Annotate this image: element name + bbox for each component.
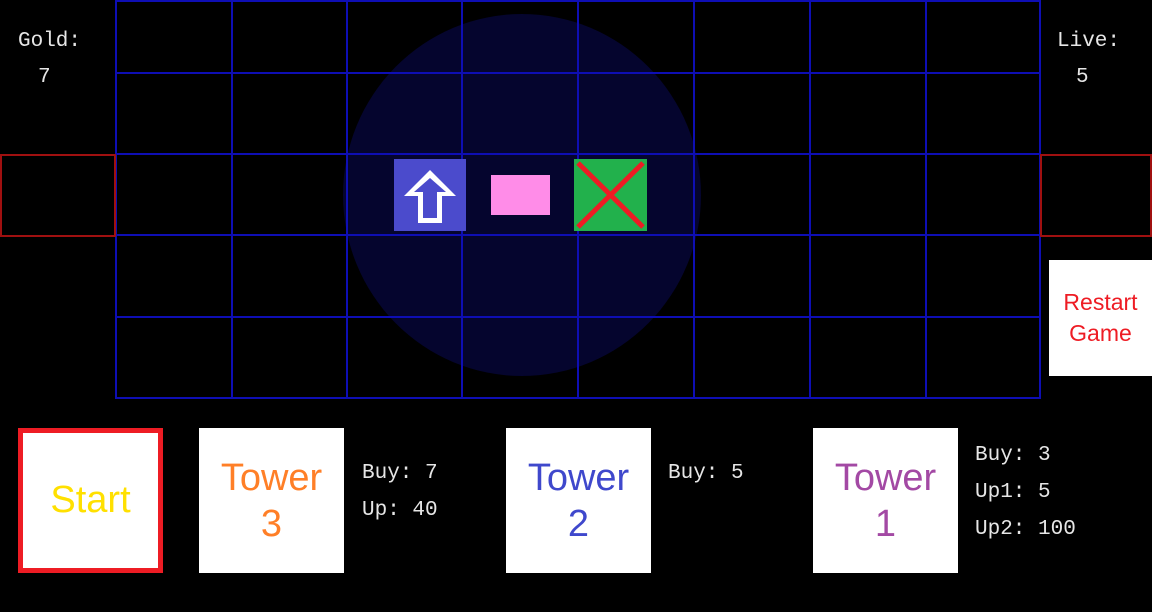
- tower-1-upgrade1-price: Up1: 5: [975, 481, 1051, 504]
- grid-line: [809, 0, 811, 399]
- red-x-icon: [576, 161, 645, 229]
- grid-line: [231, 0, 233, 399]
- grid-line: [693, 0, 695, 399]
- start-button[interactable]: Start: [18, 428, 163, 573]
- lives-value: 5: [1076, 66, 1089, 89]
- enemy-unit: [491, 175, 550, 215]
- tower-3-buy-price: Buy: 7: [362, 462, 438, 485]
- restart-game-button[interactable]: Restart Game: [1049, 260, 1152, 376]
- tower-1-number: 1: [874, 502, 897, 545]
- buy-tower-1-button[interactable]: Tower 1: [813, 428, 958, 573]
- tower-2-buy-price: Buy: 5: [668, 462, 744, 485]
- enemy-spawn-portal: [0, 154, 116, 237]
- arrow-up-icon: [404, 170, 456, 223]
- enemy-exit-portal: [1040, 154, 1152, 237]
- restart-label: Restart: [1063, 289, 1138, 315]
- grid-line: [346, 0, 348, 399]
- tower-1-prices: Buy: 3 Up1: 5 Up2: 100: [975, 437, 1076, 548]
- tower-3-upgrade-price: Up: 40: [362, 499, 438, 522]
- tower-3-prices: Buy: 7 Up: 40: [362, 455, 438, 529]
- cross-tower[interactable]: [574, 159, 647, 231]
- tower-3-title: Tower: [220, 456, 323, 499]
- tower-2-title: Tower: [527, 456, 630, 499]
- tower-3-number: 3: [260, 502, 283, 545]
- buy-tower-3-button[interactable]: Tower 3: [199, 428, 344, 573]
- tower-2-number: 2: [567, 502, 590, 545]
- tower-2-prices: Buy: 5: [668, 455, 744, 492]
- tower-1-buy-price: Buy: 3: [975, 444, 1051, 467]
- lives-label: Live:: [1057, 30, 1121, 53]
- gold-value: 7: [38, 66, 51, 89]
- tower-1-title: Tower: [834, 456, 937, 499]
- buy-tower-2-button[interactable]: Tower 2: [506, 428, 651, 573]
- gold-label: Gold:: [18, 30, 82, 53]
- grid-line: [925, 0, 927, 399]
- tower-1-upgrade2-price: Up2: 100: [975, 518, 1076, 541]
- restart-label-line2: Game: [1069, 320, 1132, 346]
- upgrade-tower[interactable]: [394, 159, 466, 231]
